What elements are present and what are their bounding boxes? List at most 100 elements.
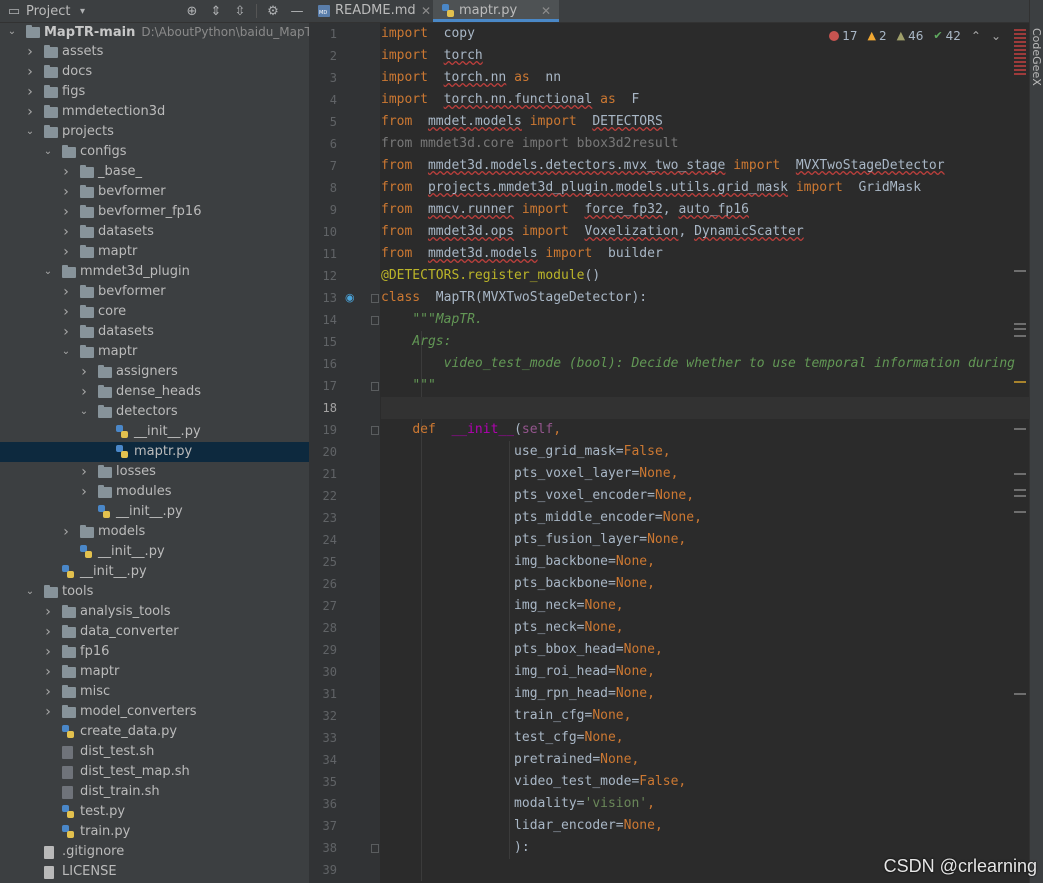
error-stripe-mark[interactable] <box>1014 69 1026 71</box>
tree-folder-item[interactable]: › models <box>0 522 309 542</box>
tree-folder-item[interactable]: ⌄ mmdet3d_plugin <box>0 262 309 282</box>
error-stripe-mark[interactable] <box>1014 73 1026 75</box>
chevron-down-icon[interactable]: ⌄ <box>24 122 36 142</box>
code-line[interactable]: modality='vision', <box>381 793 1029 815</box>
code-line[interactable]: pts_voxel_layer=None, <box>381 463 1029 485</box>
chevron-down-icon[interactable]: ⌄ <box>60 342 72 362</box>
code-line[interactable]: video_test_mode=False, <box>381 771 1029 793</box>
tree-file-item[interactable]: __init__.py <box>0 422 309 442</box>
code-line[interactable]: from mmcv.runner import force_fp32, auto… <box>381 199 1029 221</box>
chevron-right-icon[interactable]: › <box>42 662 54 682</box>
info-stripe-mark[interactable] <box>1014 323 1026 325</box>
code-line[interactable]: pts_middle_encoder=None, <box>381 507 1029 529</box>
code-line[interactable]: Args: <box>381 331 1029 353</box>
project-view-selector[interactable]: ▭ Project ▾ <box>0 4 90 19</box>
fold-marker-icon[interactable] <box>371 426 379 435</box>
info-stripe-mark[interactable] <box>1014 473 1026 475</box>
chevron-right-icon[interactable]: › <box>60 222 72 242</box>
expand-all-icon[interactable]: ⇕ <box>208 4 224 19</box>
tree-file-item[interactable]: test.py <box>0 802 309 822</box>
tree-file-item[interactable]: dist_train.sh <box>0 782 309 802</box>
chevron-down-icon[interactable]: ⌄ <box>42 142 54 162</box>
weak-warning-count[interactable]: ▲ 46 <box>897 27 924 45</box>
tree-folder-item[interactable]: › core <box>0 302 309 322</box>
code-line[interactable]: import torch.nn as nn <box>381 67 1029 89</box>
chevron-right-icon[interactable]: › <box>24 62 36 82</box>
tree-folder-item[interactable]: › datasets <box>0 322 309 342</box>
gear-icon[interactable]: ⚙ <box>265 4 281 19</box>
code-line[interactable]: img_roi_head=None, <box>381 661 1029 683</box>
code-line[interactable]: pts_voxel_encoder=None, <box>381 485 1029 507</box>
chevron-right-icon[interactable]: › <box>60 522 72 542</box>
chevron-right-icon[interactable]: › <box>78 482 90 502</box>
tree-folder-item[interactable]: › modules <box>0 482 309 502</box>
code-line[interactable]: class MapTR(MVXTwoStageDetector): <box>381 287 1029 309</box>
tree-file-item[interactable]: create_data.py <box>0 722 309 742</box>
info-stripe-mark[interactable] <box>1014 693 1026 695</box>
code-line[interactable]: test_cfg=None, <box>381 727 1029 749</box>
info-stripe-mark[interactable] <box>1014 495 1026 497</box>
tree-file-item[interactable]: dist_test_map.sh <box>0 762 309 782</box>
tree-folder-item[interactable]: › docs <box>0 62 309 82</box>
tree-folder-item[interactable]: ⌄ configs <box>0 142 309 162</box>
chevron-right-icon[interactable]: › <box>42 622 54 642</box>
tree-folder-item[interactable]: › model_converters <box>0 702 309 722</box>
collapse-all-icon[interactable]: ⇳ <box>232 4 248 19</box>
tree-folder-item[interactable]: › maptr <box>0 242 309 262</box>
error-count[interactable]: 17 <box>829 27 858 45</box>
codegeex-tool-button[interactable]: CodeGeeX <box>1030 28 1043 86</box>
code-line[interactable]: img_neck=None, <box>381 595 1029 617</box>
info-stripe-mark[interactable] <box>1014 328 1026 330</box>
tree-folder-item[interactable]: › datasets <box>0 222 309 242</box>
tree-folder-item[interactable]: ⌄ maptr <box>0 342 309 362</box>
tree-file-item[interactable]: train.py <box>0 822 309 842</box>
chevron-right-icon[interactable]: › <box>24 42 36 62</box>
chevron-down-icon[interactable]: ⌄ <box>78 402 90 422</box>
close-icon[interactable]: ✕ <box>421 0 431 22</box>
info-stripe-mark[interactable] <box>1014 511 1026 513</box>
info-stripe-mark[interactable] <box>1014 270 1026 272</box>
code-line[interactable]: from mmdet3d.models import builder <box>381 243 1029 265</box>
chevron-right-icon[interactable]: › <box>60 162 72 182</box>
tree-file-item[interactable]: __init__.py <box>0 562 309 582</box>
fold-marker-icon[interactable] <box>371 316 379 325</box>
code-line[interactable]: train_cfg=None, <box>381 705 1029 727</box>
code-line[interactable]: pts_backbone=None, <box>381 573 1029 595</box>
tree-folder-item[interactable]: ⌄ detectors <box>0 402 309 422</box>
error-stripe-mark[interactable] <box>1014 37 1026 39</box>
tree-folder-item[interactable]: › figs <box>0 82 309 102</box>
chevron-right-icon[interactable]: › <box>60 282 72 302</box>
code-line[interactable]: from projects.mmdet3d_plugin.models.util… <box>381 177 1029 199</box>
tree-folder-item[interactable]: › assets <box>0 42 309 62</box>
chevron-right-icon[interactable]: › <box>24 102 36 122</box>
chevron-right-icon[interactable]: › <box>60 202 72 222</box>
tree-folder-item[interactable]: › assigners <box>0 362 309 382</box>
warning-count[interactable]: ▲ 2 <box>868 27 887 45</box>
error-stripe-mark[interactable] <box>1014 65 1026 67</box>
error-stripe[interactable] <box>1013 23 1027 883</box>
inspection-widget[interactable]: 17 ▲ 2 ▲ 46 ✔ 42 ⌃ ⌄ <box>829 27 1001 45</box>
error-stripe-mark[interactable] <box>1014 57 1026 59</box>
tree-folder-item[interactable]: ⌄ MapTR-main D:\AboutPython\baidu_MapTR\M <box>0 22 309 42</box>
chevron-right-icon[interactable]: › <box>78 462 90 482</box>
typo-count[interactable]: ✔ 42 <box>933 27 961 45</box>
tree-folder-item[interactable]: › bevformer <box>0 182 309 202</box>
implemented-marker-icon[interactable]: ◉ <box>345 291 359 305</box>
tree-folder-item[interactable]: › bevformer_fp16 <box>0 202 309 222</box>
tree-folder-item[interactable]: ⌄ projects <box>0 122 309 142</box>
info-stripe-mark[interactable] <box>1014 428 1026 430</box>
error-stripe-mark[interactable] <box>1014 45 1026 47</box>
chevron-right-icon[interactable]: › <box>42 642 54 662</box>
previous-highlight-button[interactable]: ⌃ <box>971 27 981 45</box>
close-icon[interactable]: ✕ <box>541 0 551 22</box>
code-line[interactable] <box>381 397 1029 419</box>
chevron-right-icon[interactable]: › <box>24 82 36 102</box>
next-highlight-button[interactable]: ⌄ <box>991 27 1001 45</box>
chevron-right-icon[interactable]: › <box>42 602 54 622</box>
tree-folder-item[interactable]: › misc <box>0 682 309 702</box>
tree-folder-item[interactable]: › _base_ <box>0 162 309 182</box>
chevron-down-icon[interactable]: ⌄ <box>6 22 18 42</box>
info-stripe-mark[interactable] <box>1014 489 1026 491</box>
chevron-right-icon[interactable]: › <box>42 702 54 722</box>
error-stripe-mark[interactable] <box>1014 33 1026 35</box>
